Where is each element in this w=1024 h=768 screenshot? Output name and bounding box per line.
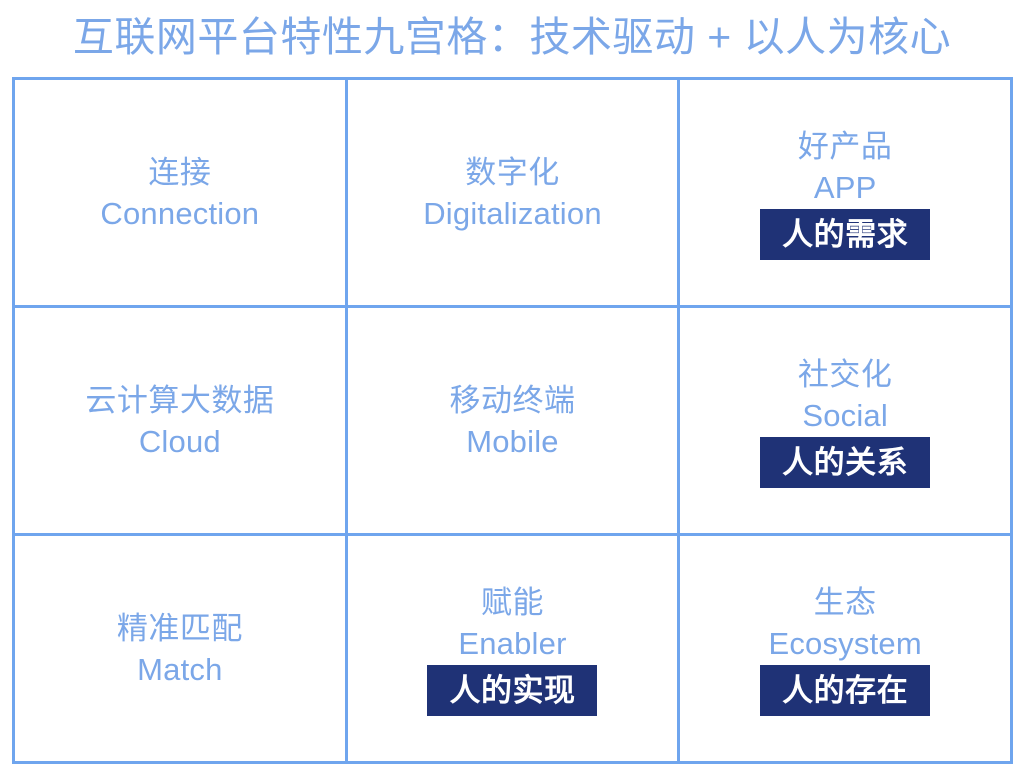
- grid-cell-r1c3[interactable]: 好产品 APP 人的需求: [680, 80, 1013, 308]
- cell-label-en: Connection: [100, 195, 260, 231]
- cell-badge: 人的关系: [760, 436, 931, 488]
- cell-label-cn: 云计算大数据: [85, 382, 275, 418]
- cell-label-cn: 好产品: [797, 128, 893, 164]
- grid-cell-content: 精准匹配 Match: [21, 608, 339, 690]
- nine-grid-table: 连接 Connection 数字化 Digitalization 好产品 APP…: [12, 77, 1013, 764]
- grid-cell-r3c1[interactable]: 精准匹配 Match: [15, 536, 348, 764]
- cell-badge: 人的实现: [427, 664, 598, 716]
- grid-cell-r1c1[interactable]: 连接 Connection: [15, 80, 348, 308]
- cell-label-cn: 连接: [148, 154, 212, 190]
- grid-cell-r2c3[interactable]: 社交化 Social 人的关系: [680, 308, 1013, 536]
- grid-cell-content: 社交化 Social 人的关系: [686, 354, 1004, 488]
- cell-label-cn: 精准匹配: [116, 610, 243, 646]
- cell-label-en: Digitalization: [423, 195, 602, 231]
- cell-label-en: APP: [813, 169, 877, 205]
- grid-cell-r2c1[interactable]: 云计算大数据 Cloud: [15, 308, 348, 536]
- grid-cell-content: 赋能 Enabler 人的实现: [354, 582, 672, 716]
- cell-label-en: Mobile: [466, 423, 559, 459]
- cell-badge: 人的存在: [760, 664, 931, 716]
- grid-cell-content: 云计算大数据 Cloud: [21, 380, 339, 462]
- grid-cell-content: 生态 Ecosystem 人的存在: [686, 582, 1004, 716]
- cell-badge: 人的需求: [760, 208, 931, 260]
- slide-canvas: 互联网平台特性九宫格：技术驱动 + 以人为核心 连接 Connection 数字…: [0, 0, 1024, 768]
- cell-label-cn: 赋能: [480, 584, 544, 620]
- grid-cell-content: 数字化 Digitalization: [354, 152, 672, 234]
- cell-label-cn: 社交化: [797, 356, 893, 392]
- grid-cell-r2c2[interactable]: 移动终端 Mobile: [347, 308, 681, 536]
- cell-label-cn: 生态: [813, 584, 877, 620]
- cell-label-cn: 移动终端: [449, 382, 576, 418]
- grid-cell-r3c2[interactable]: 赋能 Enabler 人的实现: [347, 536, 681, 764]
- grid-cell-r1c2[interactable]: 数字化 Digitalization: [347, 80, 681, 308]
- cell-label-en: Ecosystem: [768, 625, 922, 661]
- grid-cell-content: 连接 Connection: [21, 152, 339, 234]
- cell-label-en: Social: [802, 397, 888, 433]
- cell-label-cn: 数字化: [465, 154, 560, 190]
- cell-label-en: Match: [137, 651, 223, 687]
- page-title: 互联网平台特性九宫格：技术驱动 + 以人为核心: [72, 14, 952, 60]
- grid-cell-content: 好产品 APP 人的需求: [686, 126, 1004, 260]
- cell-label-en: Cloud: [138, 423, 221, 459]
- grid-cell-r3c3[interactable]: 生态 Ecosystem 人的存在: [680, 536, 1013, 764]
- cell-label-en: Enabler: [458, 625, 567, 661]
- grid-cell-content: 移动终端 Mobile: [354, 380, 672, 462]
